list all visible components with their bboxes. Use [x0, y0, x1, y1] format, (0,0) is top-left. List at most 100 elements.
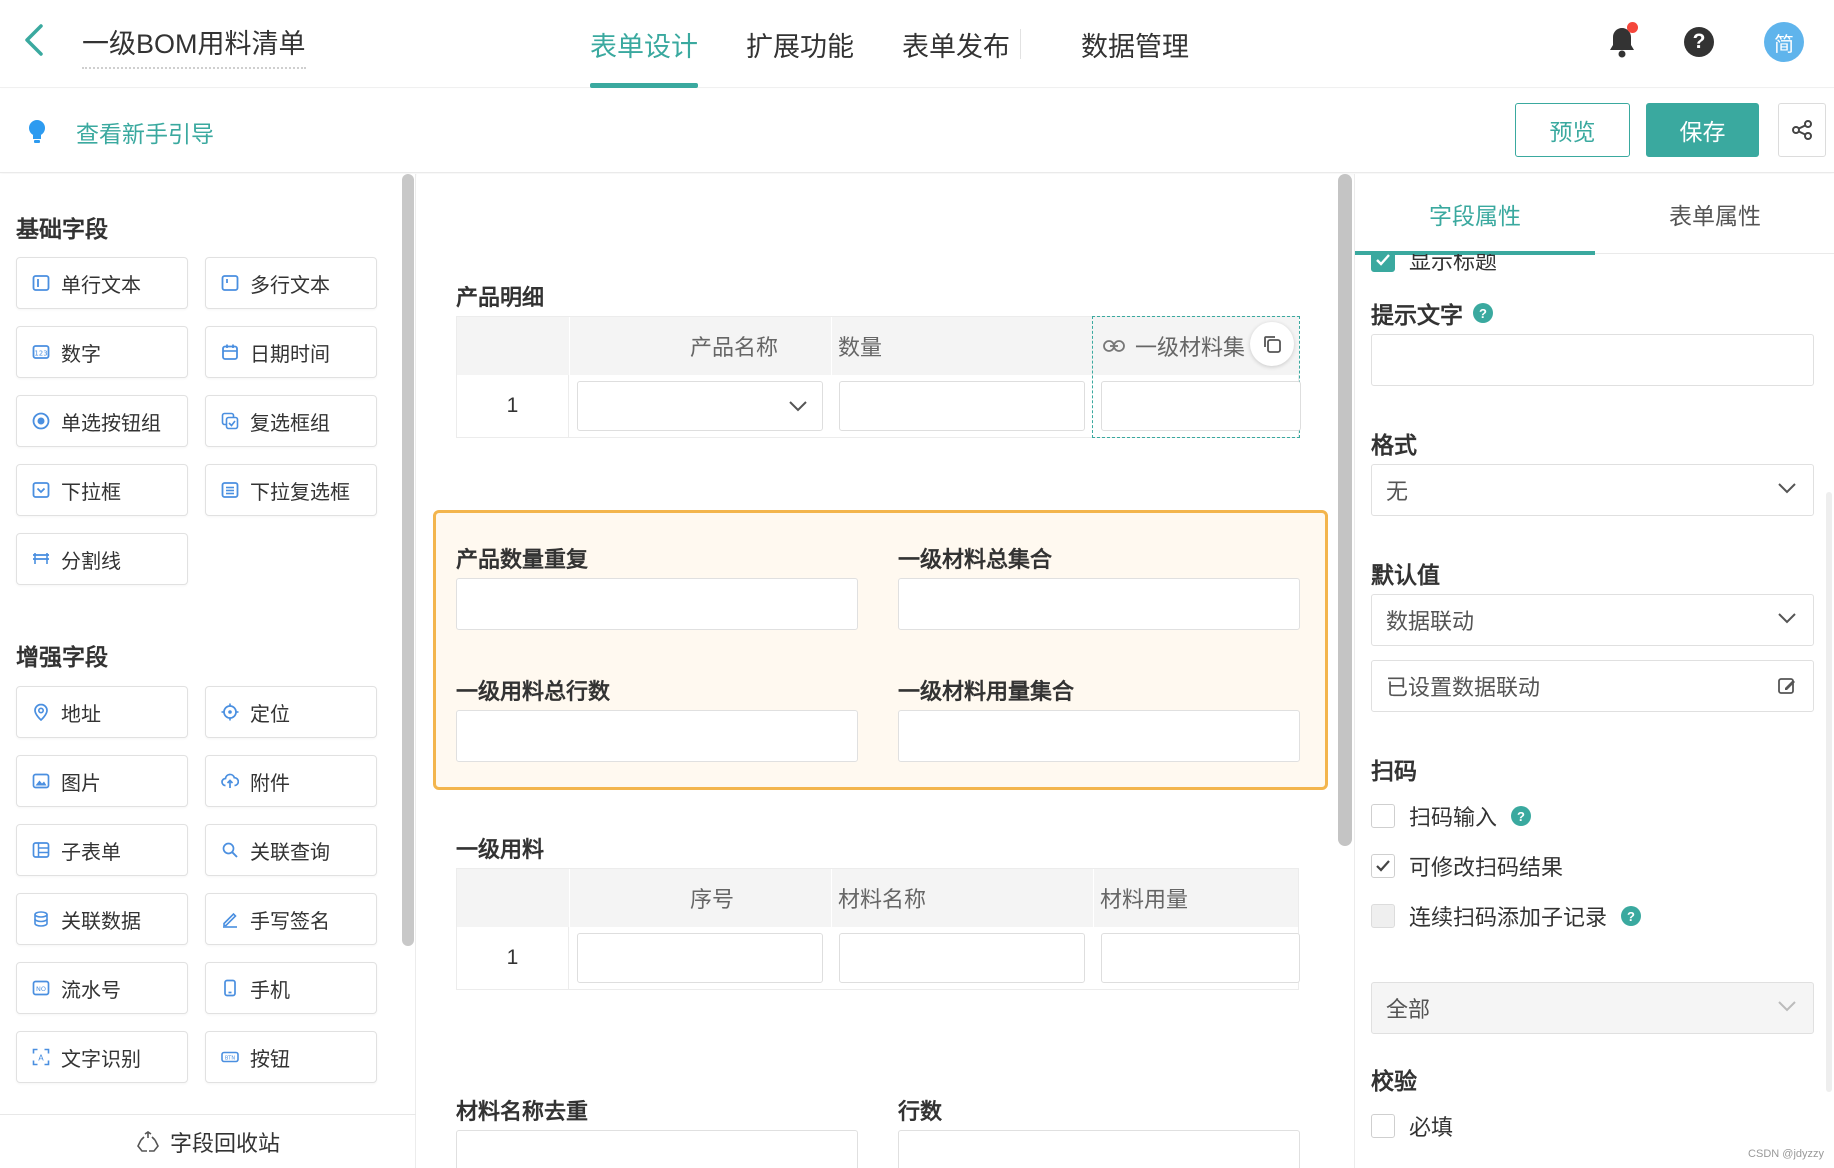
- field-label: 手机: [250, 979, 290, 1002]
- notification-button[interactable]: [1602, 20, 1642, 64]
- material-dedupe-input[interactable]: [456, 1130, 858, 1168]
- material-total-rows-input[interactable]: [456, 710, 858, 762]
- product-name-select[interactable]: [577, 381, 823, 431]
- field-dropdown[interactable]: 下拉框: [16, 464, 188, 516]
- checkbox-unchecked: [1371, 1114, 1395, 1138]
- field-label: 下拉框: [61, 481, 121, 504]
- field-material-amount-set-label: 一级材料用量集合: [898, 679, 1075, 704]
- button-icon: BTN: [220, 1047, 240, 1067]
- field-label: 附件: [250, 772, 290, 795]
- properties-tabs: 字段属性 表单属性: [1355, 174, 1834, 255]
- field-linked-query[interactable]: 关联查询: [205, 824, 377, 876]
- show-title-checkbox[interactable]: 显示标题: [1371, 254, 1497, 276]
- material-amount-input[interactable]: [1101, 933, 1300, 983]
- field-divider[interactable]: 分割线: [16, 533, 188, 585]
- help-icon[interactable]: ?: [1473, 303, 1493, 323]
- upload-cloud-icon: [220, 771, 240, 791]
- col-quantity: 数量: [831, 317, 1093, 375]
- data-linkage-setting[interactable]: 已设置数据联动: [1371, 660, 1814, 712]
- share-button[interactable]: [1778, 103, 1826, 157]
- material-name-input[interactable]: [839, 933, 1085, 983]
- field-single-line-text[interactable]: 单行文本: [16, 257, 188, 309]
- serial-input[interactable]: [577, 933, 823, 983]
- properties-scrollbar[interactable]: [1826, 492, 1832, 1092]
- default-value-label: 默认值: [1371, 562, 1440, 588]
- avatar[interactable]: 简: [1764, 22, 1804, 62]
- field-material-dedupe-label: 材料名称去重: [456, 1099, 589, 1124]
- scan-scope-select[interactable]: 全部: [1371, 982, 1814, 1034]
- field-dropdown-multi[interactable]: 下拉复选框: [205, 464, 377, 516]
- field-signature[interactable]: 手写签名: [205, 893, 377, 945]
- tab-data-management[interactable]: 数据管理: [1081, 0, 1189, 88]
- radio-icon: [31, 411, 51, 431]
- row-index: 1: [457, 375, 569, 437]
- editable-scan-result-checkbox[interactable]: 可修改扫码结果: [1371, 850, 1563, 882]
- preview-button[interactable]: 预览: [1515, 103, 1630, 157]
- format-select[interactable]: 无: [1371, 464, 1814, 516]
- help-button[interactable]: ?: [1684, 27, 1714, 57]
- field-datetime[interactable]: 日期时间: [205, 326, 377, 378]
- quantity-input[interactable]: [839, 381, 1085, 431]
- field-recycle-bin-button[interactable]: 字段回收站: [0, 1114, 416, 1168]
- material-subtable[interactable]: 序号 材料名称 材料用量 1: [456, 868, 1300, 990]
- field-subform[interactable]: 子表单: [16, 824, 188, 876]
- field-image[interactable]: 图片: [16, 755, 188, 807]
- field-phone[interactable]: 手机: [205, 962, 377, 1014]
- tab-publish[interactable]: 表单发布: [902, 0, 1010, 88]
- back-button[interactable]: [16, 18, 52, 62]
- field-button[interactable]: BTN 按钮: [205, 1031, 377, 1083]
- help-icon[interactable]: ?: [1621, 906, 1642, 926]
- default-value-select[interactable]: 数据联动: [1371, 594, 1814, 646]
- field-label: 分割线: [61, 550, 121, 573]
- field-linked-data[interactable]: 关联数据: [16, 893, 188, 945]
- field-label: 流水号: [61, 979, 121, 1002]
- field-number[interactable]: 123 数字: [16, 326, 188, 378]
- hint-text-input[interactable]: [1371, 334, 1814, 386]
- product-qty-repeat-input[interactable]: [456, 578, 858, 630]
- copy-field-button[interactable]: [1250, 322, 1294, 366]
- col-material-name: 材料名称: [831, 869, 1093, 927]
- enhanced-fields-title: 增强字段: [16, 644, 108, 670]
- multi-line-icon: [220, 273, 240, 293]
- beginner-guide-link[interactable]: 查看新手引导: [26, 115, 214, 149]
- crosshair-icon: [220, 702, 240, 722]
- help-icon[interactable]: ?: [1511, 806, 1532, 826]
- field-address[interactable]: 地址: [16, 686, 188, 738]
- field-multi-line-text[interactable]: 多行文本: [205, 257, 377, 309]
- save-button[interactable]: 保存: [1646, 103, 1759, 157]
- app-title[interactable]: 一级BOM用料清单: [82, 22, 306, 69]
- tab-extensions[interactable]: 扩展功能: [746, 0, 854, 88]
- divider-icon: [31, 549, 51, 569]
- field-serial-number[interactable]: NO 流水号: [16, 962, 188, 1014]
- scan-input-checkbox[interactable]: 扫码输入 ?: [1371, 800, 1532, 832]
- tab-field-properties[interactable]: 字段属性: [1355, 174, 1595, 255]
- field-radio-group[interactable]: 单选按钮组: [16, 395, 188, 447]
- material-set-input[interactable]: [1101, 381, 1301, 431]
- col-material-amount: 材料用量: [1093, 869, 1300, 927]
- canvas-scrollbar[interactable]: [1338, 174, 1352, 846]
- field-label: 定位: [250, 703, 290, 726]
- hint-text-label: 提示文字 ?: [1371, 296, 1493, 330]
- field-attachment[interactable]: 附件: [205, 755, 377, 807]
- table-row: 1: [457, 927, 1300, 989]
- copy-icon: [1264, 336, 1281, 353]
- dropdown-multi-icon: [220, 480, 240, 500]
- field-geolocation[interactable]: 定位: [205, 686, 377, 738]
- subtable-header: 序号 材料名称 材料用量: [457, 869, 1298, 927]
- tab-form-design[interactable]: 表单设计: [590, 0, 698, 88]
- material-amount-set-input[interactable]: [898, 710, 1300, 762]
- lightbulb-icon: [29, 120, 45, 143]
- field-library-scrollbar[interactable]: [402, 174, 414, 946]
- field-label: 子表单: [61, 841, 121, 864]
- tab-form-properties[interactable]: 表单属性: [1595, 174, 1834, 254]
- material-total-set-input[interactable]: [898, 578, 1300, 630]
- validation-label: 校验: [1371, 1068, 1417, 1094]
- field-ocr[interactable]: A 文字识别: [16, 1031, 188, 1083]
- continuous-scan-checkbox[interactable]: 连续扫码添加子记录 ?: [1371, 900, 1642, 932]
- row-count-input[interactable]: [898, 1130, 1300, 1168]
- nav-divider: [1020, 29, 1021, 59]
- field-checkbox-group[interactable]: 复选框组: [205, 395, 377, 447]
- single-line-icon: [31, 273, 51, 293]
- required-checkbox[interactable]: 必填: [1371, 1110, 1453, 1142]
- edit-icon[interactable]: [1777, 676, 1797, 696]
